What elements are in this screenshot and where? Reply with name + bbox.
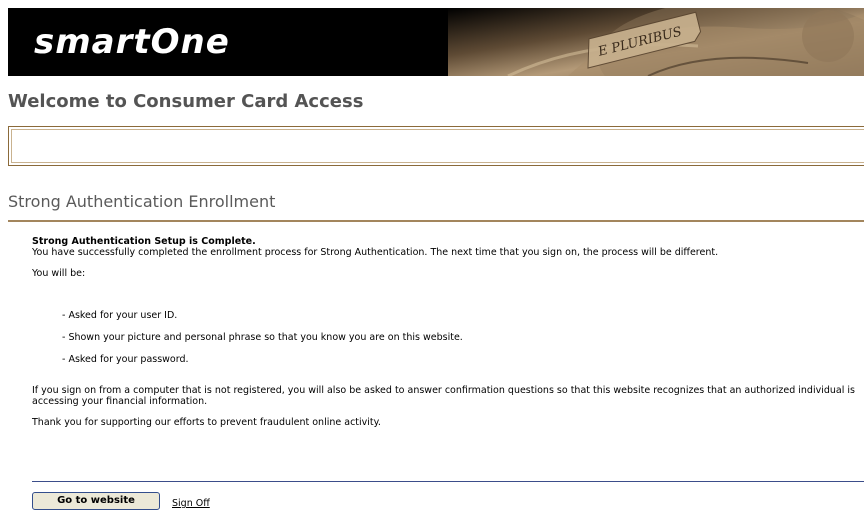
- list-item: - Shown your picture and personal phrase…: [62, 332, 463, 343]
- thank-you-text: Thank you for supporting our efforts to …: [32, 417, 381, 428]
- unregistered-computer-paragraph: If you sign on from a computer that is n…: [32, 385, 855, 407]
- currency-art-image: E PLURIBUS: [448, 8, 864, 76]
- steps-list: - Asked for your user ID. - Shown your p…: [32, 310, 864, 365]
- page-title: Welcome to Consumer Card Access: [8, 91, 364, 112]
- list-item: - Asked for your user ID.: [62, 310, 178, 321]
- you-will-be-text: You will be:: [32, 268, 86, 279]
- header-banner: smartOne E PLURIBUS: [8, 8, 864, 76]
- setup-complete-heading: Strong Authentication Setup is Complete.: [32, 236, 256, 247]
- content-area: Strong Authentication Setup is Complete.…: [32, 236, 864, 428]
- section-title: Strong Authentication Enrollment: [8, 192, 276, 211]
- footer-divider: [32, 481, 864, 482]
- sign-off-link[interactable]: Sign Off: [172, 498, 210, 509]
- message-box: [8, 126, 864, 166]
- section-divider: [8, 220, 864, 222]
- go-to-website-button[interactable]: Go to website: [32, 492, 160, 510]
- enrollment-paragraph: You have successfully completed the enro…: [32, 247, 719, 258]
- list-item: - Asked for your password.: [62, 354, 189, 365]
- smartone-logo: smartOne: [34, 22, 230, 62]
